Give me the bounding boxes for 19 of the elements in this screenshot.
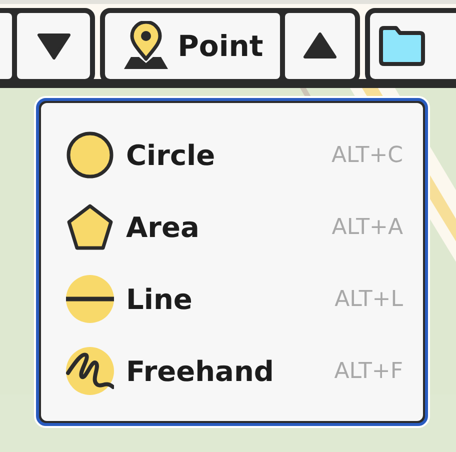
circle-icon <box>66 131 114 179</box>
folder-button[interactable] <box>370 13 456 79</box>
menu-item[interactable]: Freehand ALT+F <box>66 347 403 395</box>
shortcut-label: ALT+F <box>334 358 403 384</box>
menu-item[interactable]: Area ALT+A <box>66 203 403 251</box>
dropdown-button[interactable] <box>17 13 90 79</box>
point-button[interactable]: Point <box>105 13 280 79</box>
shortcut-label: ALT+L <box>334 286 403 312</box>
caret-icon <box>36 32 70 60</box>
shortcut-label: ALT+A <box>332 214 403 240</box>
map-pin-icon <box>122 21 170 71</box>
pentagon-icon <box>66 203 114 251</box>
squiggle-icon <box>66 347 114 395</box>
folder-icon <box>378 25 426 67</box>
menu-item[interactable]: Circle ALT+C <box>66 131 403 179</box>
menu-item[interactable]: Line ALT+L <box>66 275 403 323</box>
dropdown-button[interactable] <box>285 13 355 79</box>
shortcut-label: ALT+C <box>331 142 403 168</box>
caret-icon <box>303 32 337 60</box>
